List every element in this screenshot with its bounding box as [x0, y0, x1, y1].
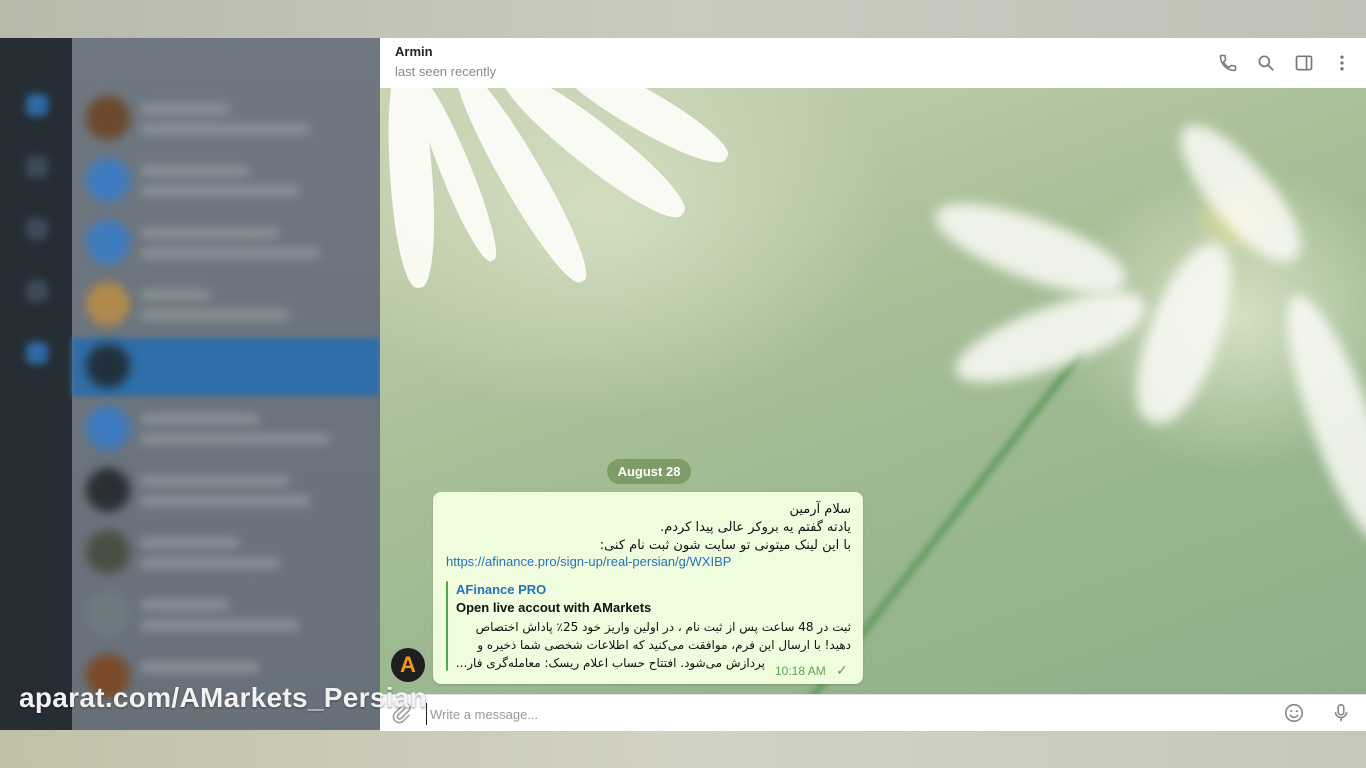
link-preview-site-name[interactable]: AFinance PRO [456, 582, 546, 597]
chat-panel: Armin last seen recently August 28 سلام … [380, 38, 1366, 731]
search-icon[interactable] [1254, 51, 1278, 75]
message-composer [380, 694, 1366, 731]
chat-header: Armin last seen recently [380, 38, 1366, 89]
link-preview-description: دهید! با ارسال این فرم، موافقت می‌کنید ک… [477, 638, 851, 652]
dialog-item[interactable] [80, 524, 370, 582]
watermark-text: aparat.com/AMarkets_Persian [19, 682, 428, 713]
microphone-icon[interactable] [1330, 702, 1352, 724]
message-link[interactable]: https://afinance.pro/sign-up/real-persia… [446, 554, 731, 569]
video-frame-bottom [0, 730, 1366, 768]
more-vertical-icon[interactable] [1330, 51, 1354, 75]
emoji-icon[interactable] [1283, 702, 1305, 724]
avatar-letter: A [400, 652, 416, 677]
sidebar-toggle-icon[interactable] [1292, 51, 1316, 75]
message-text-line: با این لینک میتونی تو سایت شون ثبت نام ک… [599, 538, 851, 553]
wallpaper-petal [945, 275, 1155, 401]
dialog-item[interactable] [80, 90, 370, 148]
check-icon: ✓ [836, 662, 848, 678]
dialog-item[interactable] [80, 152, 370, 210]
dialog-item[interactable] [80, 462, 370, 520]
message-time: 10:18 AM [775, 664, 826, 678]
dialog-item[interactable] [80, 214, 370, 272]
contact-name[interactable]: Armin [395, 44, 433, 59]
phone-icon[interactable] [1216, 51, 1240, 75]
dialog-item[interactable] [80, 276, 370, 334]
link-preview-description: پردازش می‌شود. افتتاح حساب اعلام ریسک: م… [455, 656, 765, 670]
folders-rail [0, 38, 72, 730]
chat-list-panel [0, 38, 380, 730]
date-separator: August 28 [607, 459, 691, 484]
message-bubble[interactable]: سلام آرمین یادته گفتم یه بروکر عالی پیدا… [433, 492, 863, 684]
link-preview-title[interactable]: Open live accout with AMarkets [456, 600, 651, 615]
dialog-item[interactable] [80, 400, 370, 458]
link-preview-bar [446, 581, 448, 671]
sender-avatar[interactable]: A [391, 648, 425, 682]
contact-status: last seen recently [395, 64, 497, 79]
message-text-line: یادته گفتم یه بروکر عالی پیدا کردم. [660, 520, 851, 535]
wallpaper-petal [1119, 231, 1251, 435]
dialog-item[interactable] [80, 338, 370, 396]
dialog-item[interactable] [80, 586, 370, 644]
wallpaper-petal [1267, 285, 1366, 551]
video-frame-top [0, 0, 1366, 38]
wallpaper-petal [1162, 108, 1318, 278]
message-text-line: سلام آرمین [789, 502, 851, 517]
link-preview-description: ثبت در 48 ساعت پس از ثبت نام ، در اولین … [475, 620, 851, 634]
message-input[interactable] [426, 703, 1272, 725]
chat-wallpaper: August 28 سلام آرمین یادته گفتم یه بروکر… [380, 88, 1366, 694]
